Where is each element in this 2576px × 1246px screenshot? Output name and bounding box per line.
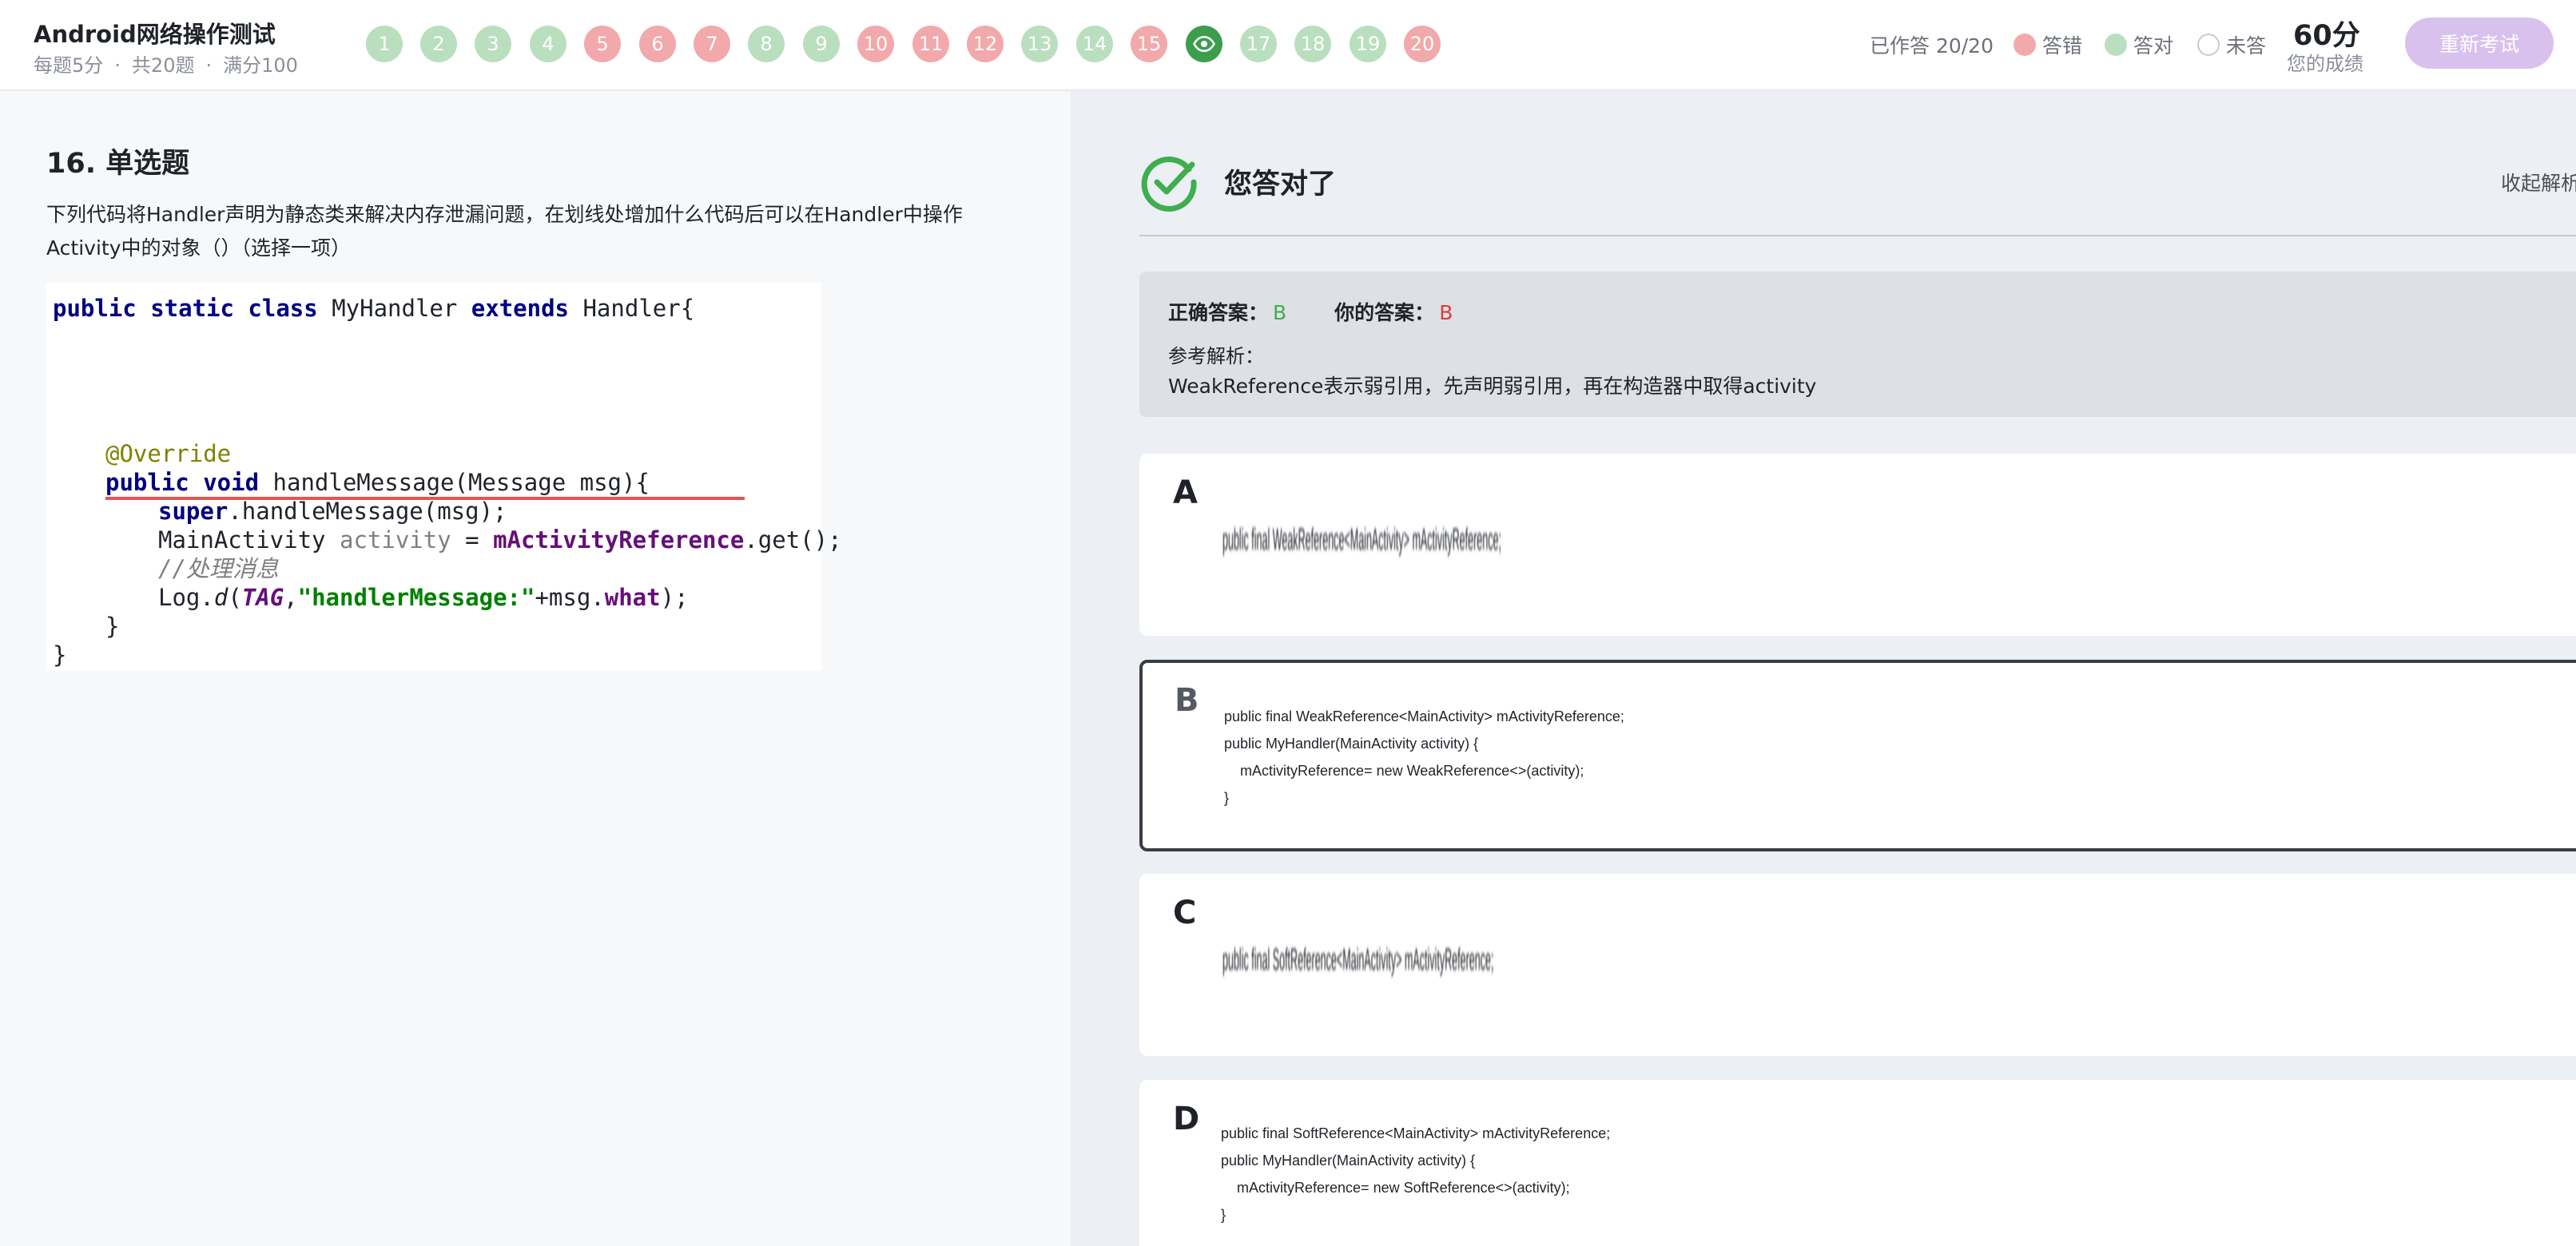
question-dot-17[interactable]: 17 [1240, 26, 1277, 62]
code-line-2: @Override [105, 440, 232, 467]
option-a[interactable]: A public final WeakReference<MainActivit… [1139, 454, 2576, 636]
option-c-code: public final SoftReference<MainActivity>… [1222, 943, 1494, 977]
eye-icon [1193, 35, 1215, 53]
question-text: 下列代码将Handler声明为静态类来解决内存泄漏问题，在划线处增加什么代码后可… [46, 203, 963, 260]
question-dot-7[interactable]: 7 [694, 26, 730, 62]
reference-label: 参考解析： [1168, 345, 1264, 367]
option-letter: A [1173, 474, 1198, 511]
legend-wrong-label: 答错 [2042, 34, 2083, 58]
correct-answer-value: B [1273, 301, 1287, 324]
unanswered-swatch [2197, 34, 2220, 56]
option-a-code-image: public final WeakReference<MainActivity>… [1222, 516, 2067, 564]
question-dot-10[interactable]: 10 [857, 26, 894, 62]
question-dot-1[interactable]: 1 [366, 26, 403, 62]
option-c-code-image: public final SoftReference<MainActivity>… [1222, 936, 2045, 984]
legend-wrong: 答错 [2013, 30, 2082, 59]
question-dot-2[interactable]: 2 [420, 26, 457, 62]
meta-separator: · [114, 54, 121, 77]
question-dot-13[interactable]: 13 [1021, 26, 1058, 62]
option-letter: B [1175, 682, 1199, 719]
question-dot-20[interactable]: 20 [1404, 26, 1441, 62]
code-line-4: super.handleMessage(msg); [158, 498, 507, 525]
code-line-8: } [105, 613, 120, 640]
question-dot-16-current[interactable] [1186, 26, 1222, 62]
legend-right-label: 答对 [2133, 34, 2174, 58]
legend-unanswered-label: 未答 [2226, 34, 2267, 58]
option-letter: D [1173, 1101, 1200, 1137]
option-a-code: public final WeakReference<MainActivity>… [1222, 523, 1501, 557]
question-dot-8[interactable]: 8 [748, 26, 785, 62]
right-swatch [2105, 34, 2127, 56]
your-answer-value: B [1439, 301, 1453, 324]
option-b-code: public final WeakReference<MainActivity>… [1224, 708, 1624, 806]
your-answer-label: 你的答案： [1334, 301, 1435, 324]
code-line-3: public void handleMessage(Message msg){ [105, 469, 650, 496]
question-code-image: public static class MyHandler extends Ha… [46, 283, 842, 671]
code-line-7: Log.d(TAG,"handlerMessage:"+msg.what); [158, 584, 689, 611]
code-line-5: MainActivity activity = mActivityReferen… [158, 526, 842, 554]
full-score: 满分100 [223, 54, 298, 77]
wrong-swatch [2013, 34, 2036, 56]
option-b-code-image: public final WeakReference<MainActivity>… [1224, 703, 1624, 811]
points-per-question: 每题5分 [34, 54, 104, 77]
answer-panel: 您答对了 收起解析 正确答案： B 你的答案： B 参考解析： WeakReferen… [1071, 91, 2576, 1246]
question-dot-3[interactable]: 3 [475, 26, 511, 62]
option-letter: C [1173, 895, 1197, 931]
divider [1139, 235, 2576, 236]
answered-count: 已作答 20/20 [1870, 34, 1994, 58]
question-dot-4[interactable]: 4 [530, 26, 566, 62]
exam-meta: 每题5分 · 共20题 · 满分100 [34, 50, 309, 77]
option-c[interactable]: C public final SoftReference<MainActivit… [1139, 874, 2576, 1056]
option-d[interactable]: D public final SoftReference<MainActivit… [1139, 1080, 2576, 1246]
retake-button[interactable]: 重新考试 [2405, 18, 2554, 69]
question-dot-12[interactable]: 12 [967, 26, 1004, 62]
question-dot-18[interactable]: 18 [1294, 26, 1331, 62]
check-circle-icon [1141, 157, 1197, 212]
question-dot-14[interactable]: 14 [1076, 26, 1113, 62]
top-bar: Android网络操作测试 每题5分 · 共20题 · 满分100 1 2 3 4 5 … [0, 0, 2576, 91]
question-dot-11[interactable]: 11 [912, 26, 949, 62]
exam-title: Android网络操作测试 [34, 21, 276, 48]
option-d-code: public final SoftReference<MainActivity>… [1221, 1125, 1611, 1223]
answer-summary: 正确答案： B 你的答案： B [1168, 297, 1453, 326]
legend-right: 答对 [2105, 30, 2173, 59]
option-b-selected[interactable]: B public final WeakReference<MainActivit… [1139, 660, 2576, 851]
legend-unanswered: 未答 [2197, 30, 2266, 59]
collapse-analysis-link[interactable]: 收起解析 [2501, 168, 2576, 196]
meta-separator: · [205, 54, 213, 77]
question-dot-6[interactable]: 6 [639, 26, 676, 62]
reference-text: WeakReference表示弱引用，先声明弱引用，再在构造器中取得activi… [1168, 375, 1817, 398]
code-line-1: public static class MyHandler extends Ha… [53, 295, 695, 322]
correct-answer-label: 正确答案： [1168, 301, 1269, 324]
score-label: 您的成绩 [2287, 53, 2363, 75]
analysis-box: 正确答案： B 你的答案： B 参考解析： WeakReference表示弱引用，先声… [1139, 272, 2576, 417]
question-count: 共20题 [131, 54, 195, 77]
question-dot-5[interactable]: 5 [584, 26, 621, 62]
question-dot-15[interactable]: 15 [1131, 26, 1167, 62]
question-dot-9[interactable]: 9 [803, 26, 840, 62]
code-line-6: //处理消息 [158, 555, 279, 582]
result-status: 您答对了 [1224, 169, 1337, 200]
question-panel: 16. 单选题 下列代码将Handler声明为静态类来解决内存泄漏问题，在划线处… [0, 91, 1071, 1246]
question-dot-19[interactable]: 19 [1350, 26, 1386, 62]
question-title: 16. 单选题 [46, 148, 190, 180]
option-d-code-image: public final SoftReference<MainActivity>… [1221, 1120, 1610, 1228]
code-line-9: } [53, 641, 67, 669]
